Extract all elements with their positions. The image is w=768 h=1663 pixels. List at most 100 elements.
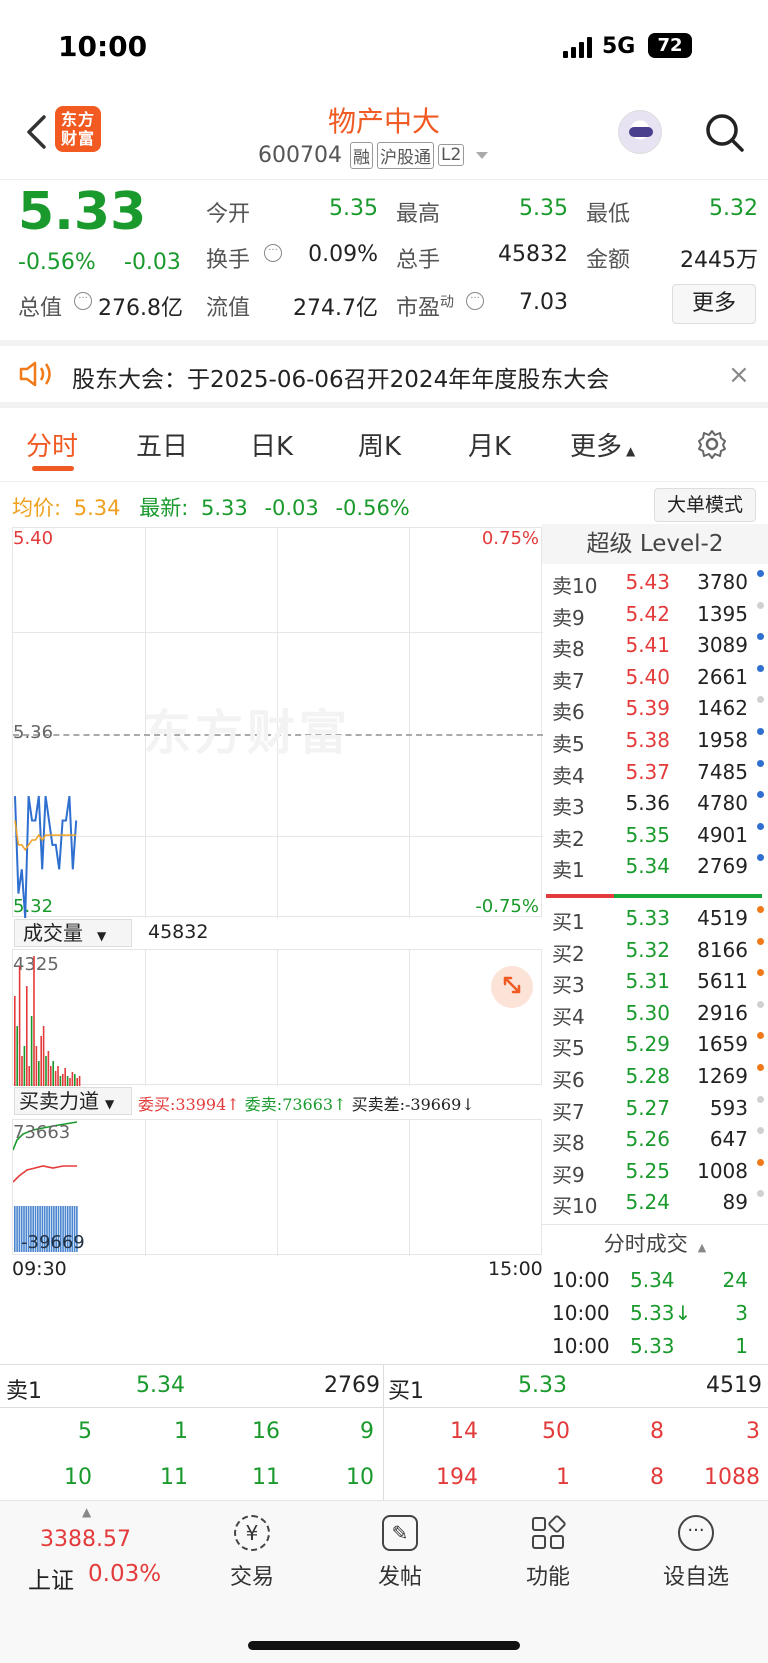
- volume-chart[interactable]: 4325: [12, 949, 542, 1086]
- bids-row[interactable]: 买3 5.31 5611: [542, 969, 768, 1000]
- intraday-chart-area: 均价: 5.34 最新: 5.33 -0.03 -0.56% 大单模式 东方财富…: [0, 482, 768, 1362]
- stock-code: 600704: [258, 142, 342, 168]
- big-order-mode-button[interactable]: 大单模式: [654, 488, 756, 522]
- asks-dot-icon: [757, 570, 764, 577]
- trade-price: 5.33↓: [630, 1301, 692, 1325]
- price-series-line: [14, 795, 78, 918]
- nav-trade[interactable]: ¥ 交易: [192, 1509, 312, 1591]
- asks-level: 卖4: [552, 763, 585, 788]
- bids-row[interactable]: 买4 5.30 2916: [542, 1000, 768, 1032]
- asks-row[interactable]: 卖6 5.39 1462: [542, 696, 768, 727]
- bids-price: 5.29: [625, 1032, 670, 1057]
- trades-header[interactable]: 分时成交 ▲: [542, 1224, 768, 1262]
- volume-header: 成交量 ▼ 45832: [12, 917, 542, 949]
- nav-add-watchlist[interactable]: ··· 设自选: [636, 1509, 756, 1591]
- asks-row[interactable]: 卖10 5.43 3780: [542, 570, 768, 601]
- volume-bar: [14, 996, 16, 1086]
- tab-more[interactable]: 更多 ▲: [570, 426, 635, 463]
- tab-five-day[interactable]: 五日: [136, 426, 188, 463]
- force-diff: 买卖差:-39669: [351, 1095, 462, 1114]
- bids-volume: 8166: [697, 937, 748, 962]
- bids-level: 买2: [552, 941, 585, 966]
- close-icon[interactable]: ×: [728, 360, 750, 390]
- tab-more-label: 更多: [570, 432, 623, 462]
- bids-row[interactable]: 买1 5.33 4519: [542, 906, 768, 937]
- more-button[interactable]: 更多: [672, 284, 756, 324]
- bids-price: 5.27: [625, 1095, 670, 1120]
- bids-row[interactable]: 买6 5.28 1269: [542, 1064, 768, 1095]
- force-chart[interactable]: 73663 -39669: [12, 1119, 542, 1256]
- volume-selector[interactable]: 成交量 ▼: [14, 919, 132, 947]
- dropdown-icon: [476, 151, 489, 159]
- bids-row[interactable]: 买10 5.24 89: [542, 1190, 768, 1221]
- avg-value: 5.34: [73, 496, 121, 520]
- stock-code-row[interactable]: 600704 融 沪股通 L2: [258, 140, 489, 170]
- asks-row[interactable]: 卖3 5.36 4780: [542, 791, 768, 822]
- asks-level: 卖1: [552, 858, 585, 883]
- tab-weekly-k[interactable]: 周K: [358, 426, 401, 463]
- force-bot-label: -39669: [21, 1232, 85, 1253]
- trades-caret-icon: ▲: [697, 1241, 707, 1254]
- bids-row[interactable]: 买5 5.29 1659: [542, 1032, 768, 1063]
- asks-row[interactable]: 卖8 5.41 3089: [542, 633, 768, 664]
- tag-connect: 沪股通: [376, 141, 434, 169]
- bids-row[interactable]: 买7 5.27 593: [542, 1095, 768, 1127]
- asks-dot-icon: [757, 728, 764, 735]
- volume-bar: [45, 1056, 47, 1086]
- price-chart[interactable]: 东方财富 5.40 5.36 5.32 0.75% -0.75%: [12, 527, 543, 918]
- asks-row[interactable]: 卖2 5.35 4901: [542, 822, 768, 854]
- bids-row[interactable]: 买2 5.32 8166: [542, 937, 768, 969]
- asks-dot-icon: [757, 633, 764, 641]
- edit-icon: ✎: [382, 1515, 418, 1551]
- trades-title: 分时成交: [603, 1232, 688, 1256]
- search-icon[interactable]: [704, 112, 746, 154]
- bids-dot-icon: [757, 1032, 764, 1040]
- pe-info-icon[interactable]: ···: [466, 292, 484, 310]
- bids-level: 买9: [552, 1162, 585, 1187]
- buy-row2-d: 1088: [704, 1465, 760, 1490]
- bids-level: 买4: [552, 1004, 585, 1029]
- bids-row[interactable]: 买9 5.25 1008: [542, 1158, 768, 1190]
- tab-daily-k[interactable]: 日K: [250, 426, 293, 463]
- sell-row1-b: 1: [174, 1419, 188, 1444]
- turnover-value: 0.09%: [308, 242, 378, 267]
- robot-avatar-icon[interactable]: [618, 110, 662, 154]
- force-selector[interactable]: 买卖力道 ▼: [14, 1087, 132, 1115]
- expand-icon[interactable]: [491, 966, 533, 1008]
- mktcap-info-icon[interactable]: ···: [74, 292, 92, 310]
- asks-row[interactable]: 卖5 5.38 1958: [542, 728, 768, 759]
- mktcap-label: 总值: [18, 296, 63, 321]
- asks-price: 5.42: [625, 601, 670, 626]
- asks-row[interactable]: 卖9 5.42 1395: [542, 601, 768, 633]
- summary-sell-vol: 2769: [324, 1373, 380, 1398]
- avg-label: 均价:: [12, 496, 62, 520]
- asks-row[interactable]: 卖7 5.40 2661: [542, 664, 768, 696]
- volume-bar: [54, 1071, 57, 1086]
- sell-row2-b: 11: [160, 1465, 188, 1490]
- bids-level: 买5: [552, 1036, 585, 1061]
- asks-volume: 7485: [697, 759, 748, 784]
- force-lines-svg: [13, 1121, 78, 1252]
- pe-value: 7.03: [519, 290, 568, 315]
- index-widget[interactable]: ▲ 3388.57 上证 0.03%: [14, 1505, 174, 1595]
- bids-row[interactable]: 买8 5.26 647: [542, 1127, 768, 1158]
- tab-intraday[interactable]: 分时: [26, 426, 78, 463]
- asks-volume: 1958: [697, 728, 748, 752]
- nav-functions[interactable]: 功能: [488, 1509, 608, 1591]
- yen-exchange-icon: ¥: [234, 1515, 270, 1551]
- asks-volume: 4780: [697, 791, 748, 816]
- chart-tabs: 分时 五日 日K 周K 月K 更多 ▲: [0, 410, 768, 482]
- avg-price-line: 均价: 5.34 最新: 5.33 -0.03 -0.56%: [12, 492, 410, 522]
- asks-row[interactable]: 卖4 5.37 7485: [542, 759, 768, 791]
- battery-icon: 72: [648, 33, 692, 58]
- bottom-nav: ▲ 3388.57 上证 0.03% ¥ 交易 ✎ 发帖 功能 ··· 设自选: [0, 1500, 768, 1663]
- tab-monthly-k[interactable]: 月K: [468, 426, 511, 463]
- orderbook-title[interactable]: 超级 Level-2: [542, 524, 768, 564]
- asks-row[interactable]: 卖1 5.34 2769: [542, 854, 768, 885]
- nav-post[interactable]: ✎ 发帖: [340, 1509, 460, 1591]
- notice-bar[interactable]: 股东大会：于2025-06-06召开2024年年度股东大会 ×: [0, 340, 768, 408]
- turnover-info-icon[interactable]: ···: [264, 244, 282, 262]
- volume-value: 45832: [148, 921, 209, 943]
- settings-gear-icon[interactable]: [696, 428, 728, 460]
- bids-price: 5.24: [625, 1190, 670, 1215]
